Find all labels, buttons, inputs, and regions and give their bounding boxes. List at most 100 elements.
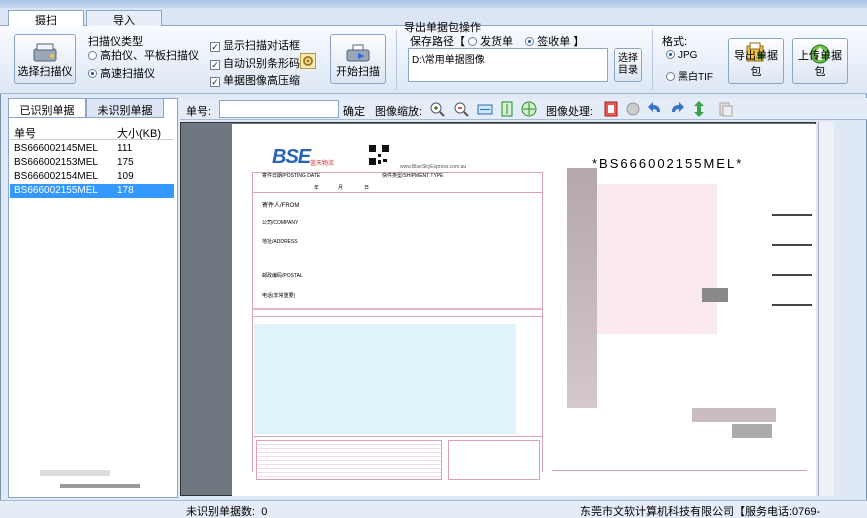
divider [652,30,653,90]
check-icon[interactable]: ✓ [210,60,220,70]
list-item[interactable]: BS666002145MEL 111 [10,142,174,156]
field-shipment-type: 快件类型/SHIPMENT TYPE [382,173,444,179]
path-option-delivery[interactable]: 发货单 [468,36,513,48]
select-dir-label: 选择 目录 [618,53,638,76]
field-from: 寄件人/FROM [262,203,300,209]
blurred-region [702,288,728,302]
radio-receipt[interactable] [525,37,535,46]
status-unrecognized-label: 未识别单据数: [186,506,256,518]
scan-start-icon [346,44,370,62]
fit-height-icon[interactable] [498,100,516,118]
export-package-button[interactable]: 导出单据包 [728,38,784,84]
blurred-region [772,244,812,246]
tab-recognized[interactable]: 已识别单据 [8,98,86,118]
scanner-option-highspeed-label: 高速扫描仪 [100,68,155,80]
upload-package-button[interactable]: 上传单据包 [792,38,848,84]
field-phone: 电话(非常重要) [262,293,296,299]
checkbox-auto-barcode-label: 自动识别条形码 [223,58,300,70]
format-title: 格式: [662,36,688,48]
zoom-in-icon[interactable] [428,100,446,118]
radio-flatbed[interactable] [88,51,97,60]
scanned-document: BSE 蓝天物流 www.BlueSkyExpress.com.au *BS66… [232,124,816,496]
title-bar [0,0,867,8]
radio-highspeed[interactable] [88,69,97,78]
select-dir-button[interactable]: 选择 目录 [614,48,642,82]
document-logo: BSE [272,146,311,168]
field-year: 年 [314,185,320,191]
save-path-field[interactable]: D:\常用单据图像 [408,48,608,82]
checkbox-auto-barcode[interactable]: ✓ 自动识别条形码 [210,55,300,71]
delete-image-icon[interactable] [602,100,620,118]
blurred-region [597,184,717,334]
process-label: 图像处理: [546,106,594,118]
list-item-selected[interactable]: BS666002155MEL 178 [10,184,174,198]
field-company: 公司/COMPANY [262,220,299,226]
viewer-scrollbar[interactable] [818,122,834,496]
tab-unrecognized[interactable]: 未识别单据 [86,98,164,118]
radio-jpg[interactable] [666,50,675,59]
list-item[interactable]: BS666002153MEL 175 [10,156,174,170]
radio-delivery[interactable] [468,37,478,46]
scanner-option-flatbed[interactable]: 高拍仪、平板扫描仪 [88,47,199,63]
checkbox-show-dialog[interactable]: ✓ 显示扫描对话框 [210,37,300,53]
radio-tif[interactable] [666,72,675,81]
signature-box [448,440,540,480]
zoom-label: 图像缩放: [375,106,423,118]
blurred-region [732,424,772,438]
start-scan-button[interactable]: 开始扫描 [330,34,386,84]
start-scan-label: 开始扫描 [336,66,380,78]
upload-package-label: 上传单据包 [798,50,842,78]
header-order-no[interactable]: 单号 [14,125,36,141]
scanner-option-highspeed[interactable]: 高速扫描仪 [88,65,155,81]
gear-icon [303,56,313,66]
export-package-label: 导出单据包 [734,50,778,78]
path-option-receipt[interactable]: 签收单 [525,36,570,48]
checkbox-show-dialog-label: 显示扫描对话框 [223,40,300,52]
rotate-left-icon[interactable] [646,100,664,118]
select-scanner-label: 选择扫描仪 [17,66,73,78]
list-item-size: 111 [117,143,133,154]
list-header: 单号 大小(KB) [10,124,174,140]
order-no-label: 单号: [186,106,212,118]
zoom-out-icon[interactable] [452,100,470,118]
copy-icon[interactable] [716,100,734,118]
flip-vertical-icon[interactable] [690,100,708,118]
confirm-button[interactable]: 确定 [343,103,365,119]
format-option-tif[interactable]: 黑白TIF [666,68,713,83]
tab-recognized-label: 已识别单据 [19,105,75,117]
check-icon[interactable]: ✓ [210,77,220,87]
list-item-id: BS666002154MEL [14,171,98,182]
blurred-region [60,484,140,488]
save-path-label: 保存路径【 [410,36,465,48]
document-logo-sub: 蓝天物流 [310,161,335,167]
tab-import[interactable]: 导入 [86,10,162,27]
tab-unrecognized-label: 未识别单据 [97,105,153,117]
fit-page-icon[interactable] [520,100,538,118]
path-option-receipt-label: 签收单 [537,36,571,48]
list-item-size: 109 [117,171,134,182]
path-option-delivery-label: 发货单 [480,36,514,48]
save-path-value: D:\常用单据图像 [412,55,485,66]
tab-scan[interactable]: 摄扫 [8,10,84,27]
terms-text-block [256,440,442,480]
checkbox-high-compress[interactable]: ✓ 单据图像高压缩 [210,72,300,88]
field-day: 日 [364,185,370,191]
field-address: 地址/ADDRESS [262,239,298,245]
status-unrecognized: 未识别单据数: 0 [186,503,267,518]
format-option-jpg-label: JPG [678,50,698,61]
check-icon[interactable]: ✓ [210,42,220,52]
list-item-size: 175 [117,157,134,168]
list-item[interactable]: BS666002154MEL 109 [10,170,174,184]
format-option-jpg[interactable]: JPG [666,50,697,61]
select-scanner-button[interactable]: 选择扫描仪 [14,34,76,84]
document-website: www.BlueSkyExpress.com.au [400,164,467,170]
rotate-right-icon[interactable] [668,100,686,118]
blurred-region [772,214,812,216]
save-path-row: 保存路径【 发货单 签收单 】 [410,33,584,49]
blurred-region [567,168,597,408]
barcode-settings-icon[interactable] [300,53,316,69]
disabled-icon[interactable] [624,100,642,118]
fit-width-icon[interactable] [476,100,494,118]
order-no-input[interactable] [219,100,339,118]
header-size[interactable]: 大小(KB) [117,125,161,141]
